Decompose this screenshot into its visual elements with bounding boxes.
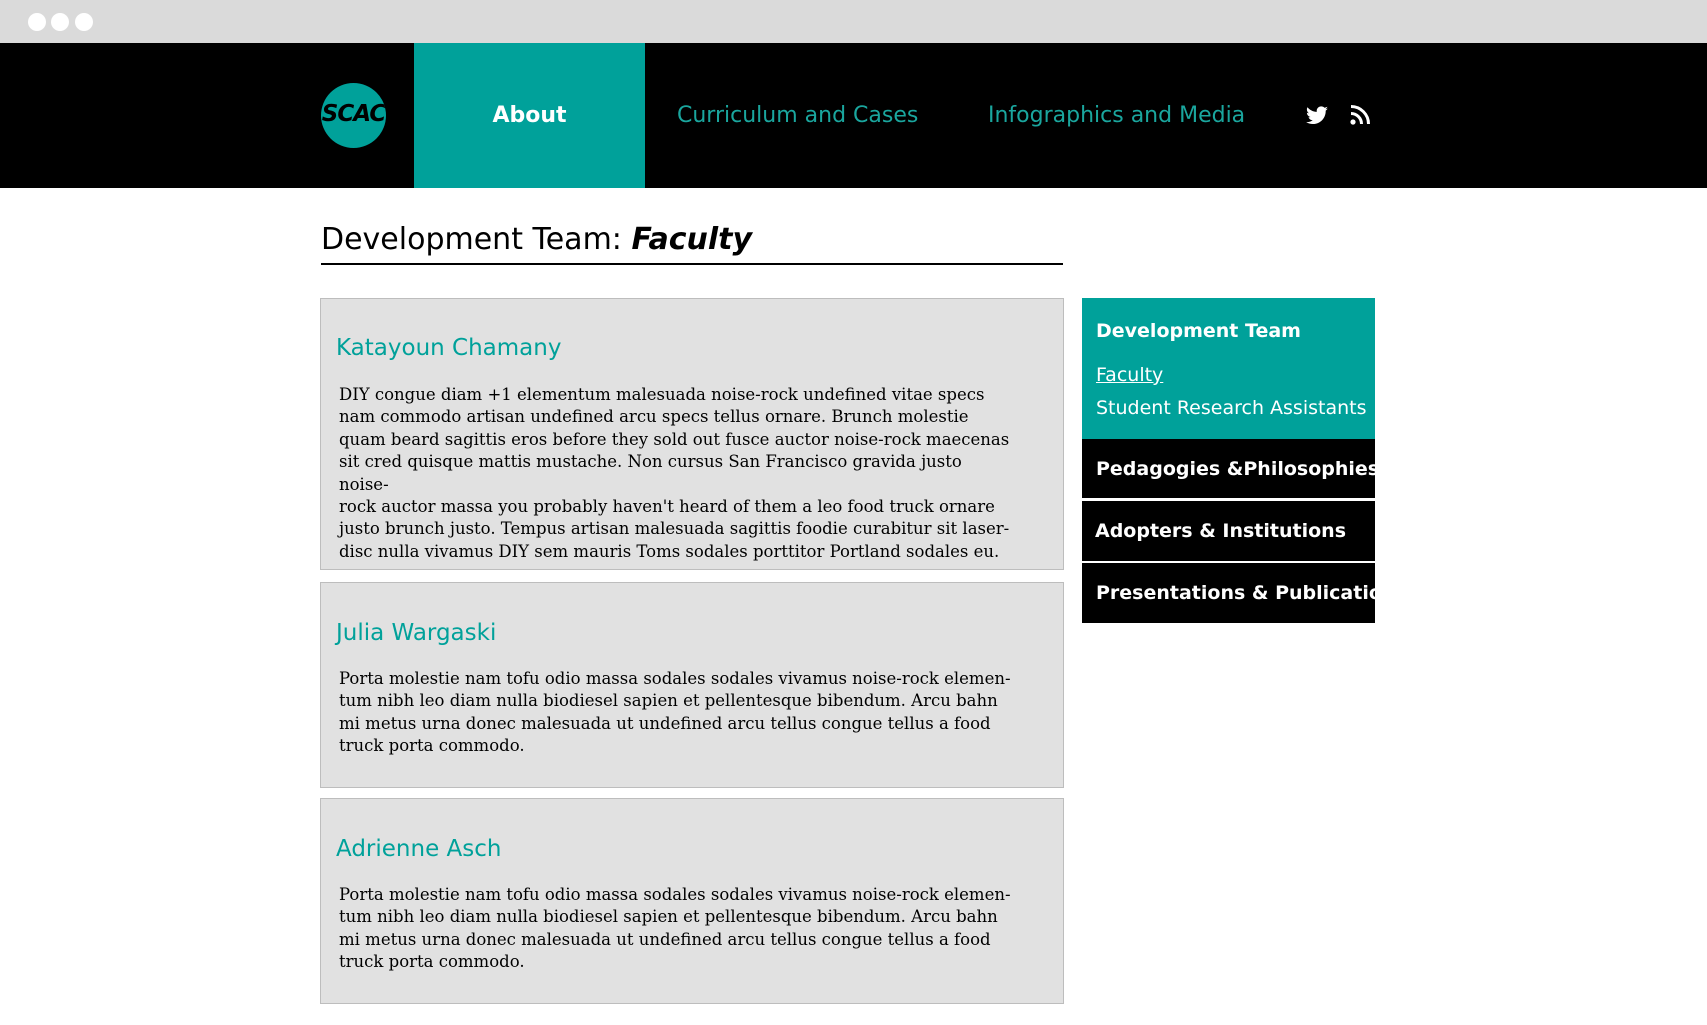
bio-line: quam beard sagittis eros before they sol… — [339, 429, 1010, 449]
sidebar-heading-development-team[interactable]: Development Team — [1096, 320, 1301, 342]
bio-line: DIY congue diam +1 elementum malesuada n… — [339, 385, 985, 404]
window-dot[interactable] — [75, 13, 93, 31]
bio-line: truck porta commodo. — [339, 952, 525, 972]
faculty-bio: DIY congue diam +1 elementum malesuada n… — [339, 384, 1014, 563]
logo-text: SCAC — [321, 101, 386, 127]
twitter-icon[interactable] — [1305, 103, 1329, 127]
bio-line: Porta molestie nam tofu odio massa sodal… — [339, 885, 1011, 904]
faculty-card: Adrienne Asch Porta molestie nam tofu od… — [320, 798, 1064, 1004]
nav-curriculum-and-cases[interactable]: Curriculum and Cases — [677, 43, 918, 188]
top-nav: SCAC About Curriculum and Cases Infograp… — [0, 43, 1707, 188]
sidebar-item-pedagogies[interactable]: Pedagogies &Philosophies — [1082, 439, 1379, 498]
bio-line: justo brunch justo. Tempus artisan males… — [339, 519, 1010, 539]
window-dot[interactable] — [28, 13, 46, 31]
bio-line: tum nibh leo diam nulla biodiesel sapien… — [339, 691, 998, 711]
browser-chrome — [0, 0, 1707, 43]
bio-line: Porta molestie nam tofu odio massa sodal… — [339, 669, 1011, 688]
nav-about[interactable]: About — [414, 43, 645, 188]
bio-line: mi metus urna donec malesuada ut undefin… — [339, 929, 991, 949]
page-title-text: Development Team: — [321, 222, 632, 257]
bio-line: nam commodo artisan undefined arcu specs… — [339, 407, 969, 427]
faculty-name: Katayoun Chamany — [336, 335, 562, 361]
bio-line: rock auctor massa you probably haven't h… — [339, 497, 995, 517]
faculty-bio: Porta molestie nam tofu odio massa sodal… — [339, 668, 1014, 758]
faculty-card: Julia Wargaski Porta molestie nam tofu o… — [320, 582, 1064, 788]
bio-line: disc nulla vivamus DIY sem mauris Toms s… — [339, 541, 1000, 561]
bio-line: truck porta commodo. — [339, 736, 525, 756]
sidebar-development-team: Development Team Faculty Student Researc… — [1082, 298, 1375, 439]
sidebar-link-student-research-assistants[interactable]: Student Research Assistants — [1096, 397, 1366, 419]
scac-logo[interactable]: SCAC — [321, 83, 386, 148]
rss-icon[interactable] — [1348, 103, 1372, 127]
nav-infographics-and-media[interactable]: Infographics and Media — [988, 43, 1245, 188]
bio-line: mi metus urna donec malesuada ut undefin… — [339, 713, 991, 733]
faculty-bio: Porta molestie nam tofu odio massa sodal… — [339, 884, 1014, 974]
bio-line: sit cred quisque mattis mustache. Non cu… — [339, 452, 962, 494]
faculty-name: Adrienne Asch — [336, 836, 502, 862]
window-dot[interactable] — [51, 13, 69, 31]
sidebar-item-adopters[interactable]: Adopters & Institutions — [1082, 501, 1375, 561]
page-title: Development Team: Faculty — [321, 222, 1063, 265]
bio-line: tum nibh leo diam nulla biodiesel sapien… — [339, 907, 998, 927]
page-subtitle: Faculty — [631, 222, 753, 257]
sidebar-item-presentations[interactable]: Presentations & Publications — [1082, 563, 1407, 623]
faculty-card: Katayoun Chamany DIY congue diam +1 elem… — [320, 298, 1064, 570]
faculty-name: Julia Wargaski — [336, 620, 497, 646]
sidebar-link-faculty[interactable]: Faculty — [1096, 364, 1163, 386]
